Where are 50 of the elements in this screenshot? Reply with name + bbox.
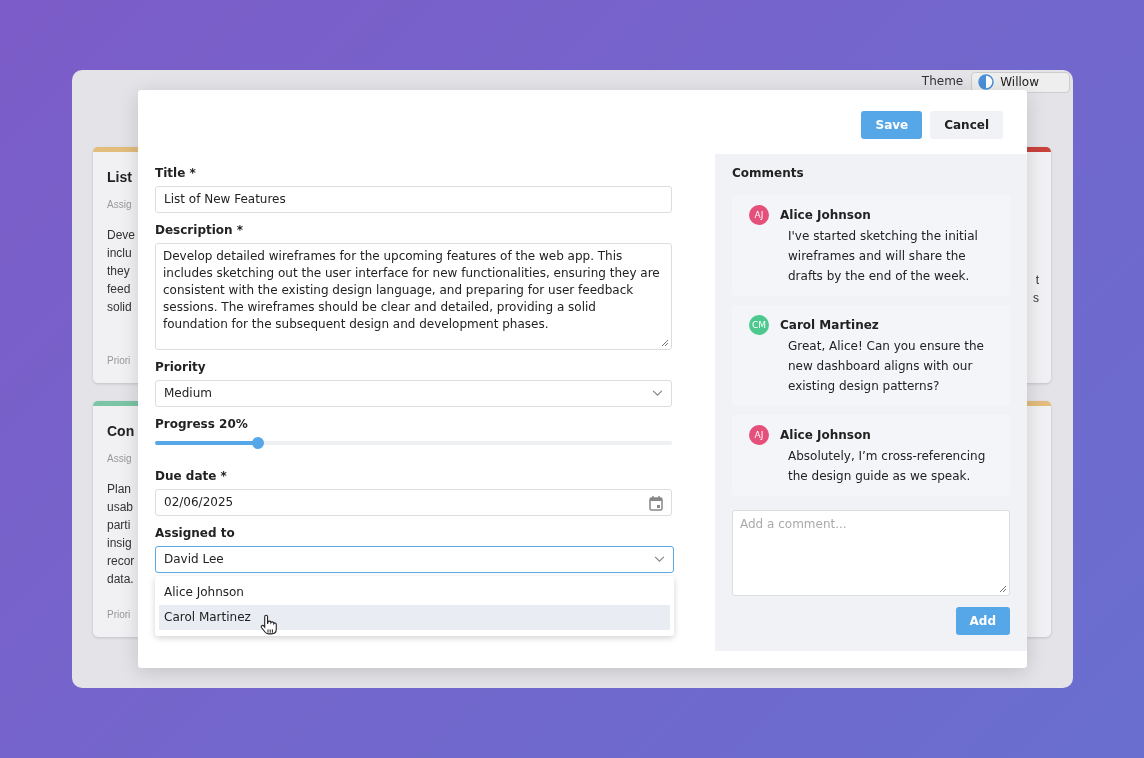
card-description: Deve bbox=[107, 227, 135, 244]
card-priority: Priori bbox=[107, 609, 131, 620]
card-title: Con bbox=[107, 423, 135, 439]
select-field[interactable]: David Lee bbox=[155, 546, 674, 573]
comment-author: Alice Johnson bbox=[780, 428, 871, 442]
card-description: inclu bbox=[107, 245, 132, 262]
card-description: s bbox=[1033, 290, 1039, 307]
card-description: t bbox=[1035, 272, 1039, 289]
field-label: Description * bbox=[155, 223, 244, 237]
dropdown-option[interactable]: Carol Martinez bbox=[159, 605, 670, 630]
card-description: feed bbox=[107, 281, 131, 298]
card-assignee: Assig bbox=[107, 453, 132, 464]
slider-thumb[interactable] bbox=[252, 437, 265, 449]
card-assignee: Assig bbox=[107, 199, 132, 210]
field-label: Due date * bbox=[155, 469, 227, 483]
card-description: Plan bbox=[107, 481, 132, 498]
comment-text: I've started sketching the initial wireframes and will share the drafts by the end of the week. bbox=[788, 228, 979, 285]
avatar: CM bbox=[749, 315, 769, 335]
card-description: parti bbox=[107, 517, 131, 534]
comment-text: Great, Alice! Can you ensure the new dashboard aligns with our existing design patterns? bbox=[788, 338, 985, 395]
calendar-icon bbox=[649, 494, 663, 511]
card-description: data. bbox=[107, 571, 134, 588]
date-field[interactable]: 02/06/2025 bbox=[155, 489, 672, 516]
avatar: AJ bbox=[749, 425, 769, 445]
select-field[interactable]: Medium bbox=[155, 380, 672, 407]
card-description: insig bbox=[107, 535, 132, 552]
comment-author: Carol Martinez bbox=[780, 318, 879, 332]
card-description: recor bbox=[107, 553, 135, 570]
resize-grip-icon bbox=[661, 339, 669, 347]
card-description: solid bbox=[107, 299, 132, 316]
theme-label: Theme bbox=[921, 74, 964, 88]
comment-text: Absolutely, I’m cross-referencing the design guide as we speak. bbox=[788, 448, 987, 485]
card-priority: Priori bbox=[107, 355, 131, 366]
cancel-button[interactable]: Cancel bbox=[930, 111, 1003, 139]
comments-heading: Comments bbox=[732, 166, 804, 180]
dropdown-option[interactable]: Alice Johnson bbox=[159, 580, 670, 605]
field-label: Title * bbox=[155, 166, 196, 180]
field-label: Assigned to bbox=[155, 526, 235, 540]
card-description: usab bbox=[107, 499, 134, 516]
field-label: Priority bbox=[155, 360, 206, 374]
avatar: AJ bbox=[749, 205, 769, 225]
chevron-down-icon bbox=[654, 556, 665, 563]
title-field[interactable]: List of New Features bbox=[155, 186, 672, 213]
description-field[interactable]: Develop detailed wireframes for the upcoming features of the web app. This includes sketching out the user interface for new functionalities, ensuring they are consistent with the existing design language, and preparing for user feedback sessions. The wireframes should be clear and detailed, providing a solid foundation for the subsequent design and development phases. bbox=[155, 243, 672, 350]
comment-author: Alice Johnson bbox=[780, 208, 871, 222]
chevron-down-icon bbox=[652, 390, 663, 397]
card-title: List bbox=[107, 169, 132, 185]
resize-grip-icon bbox=[999, 585, 1007, 593]
field-label: Progress 20% bbox=[155, 417, 248, 431]
card-description: they bbox=[107, 263, 130, 280]
